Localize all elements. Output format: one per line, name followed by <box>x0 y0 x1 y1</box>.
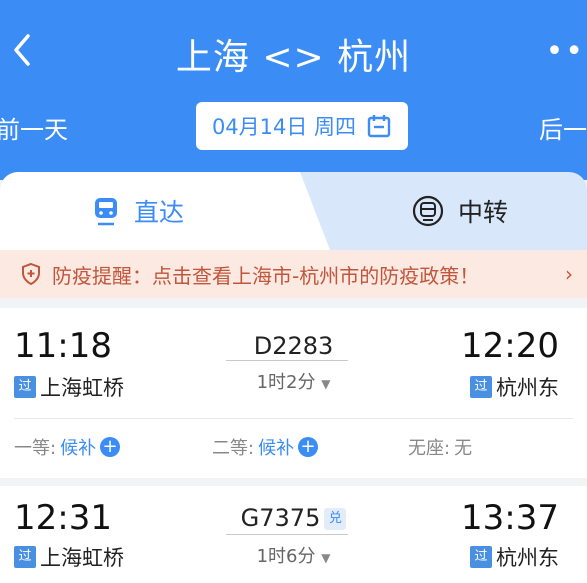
duration-text: 1时6分 <box>256 546 316 567</box>
shield-icon <box>22 262 40 286</box>
date-picker[interactable]: 04月14日 周四 <box>196 102 408 150</box>
seat-status: 候补 <box>60 438 97 459</box>
dropdown-triangle-icon: ▼ <box>321 377 331 391</box>
seat-status: 候补 <box>258 438 295 459</box>
add-waitlist-icon[interactable]: + <box>100 437 121 457</box>
seat-first-class[interactable]: 一等: 候补 + <box>14 434 121 460</box>
card-divider <box>14 418 573 419</box>
dropdown-triangle-icon: ▼ <box>321 551 331 565</box>
tab-transfer-label: 中转 <box>458 198 509 227</box>
arrive-time: 12:20 <box>461 326 559 366</box>
train-number: G7375 <box>240 504 321 532</box>
notice-text: 防疫提醒：点击查看上海市-杭州市的防疫政策！ <box>52 263 480 288</box>
transfer-train-icon <box>412 195 444 227</box>
epidemic-notice-banner[interactable]: 防疫提醒：点击查看上海市-杭州市的防疫政策！ › <box>0 250 587 298</box>
duration-text: 1时2分 <box>256 372 316 393</box>
route-title: 上海 <> 杭州 <box>175 37 412 78</box>
train-divider <box>226 534 348 535</box>
train-icon <box>95 198 117 226</box>
seat-label: 一等: <box>14 438 57 459</box>
seat-standing: 无座: 无 <box>408 434 472 460</box>
train-card[interactable]: 12:31 过 上海虹桥 G7375 兑 1时6分 ▼ 13:37 过 杭州东 <box>0 486 587 583</box>
tab-direct[interactable]: 直达 <box>0 172 330 250</box>
top-header: 上海 <> 杭州 •• 前一天 04月14日 周四 后一天 <box>0 0 587 180</box>
add-waitlist-icon[interactable]: + <box>298 437 319 457</box>
seat-status: 无 <box>454 438 473 459</box>
tab-direct-label: 直达 <box>134 198 185 227</box>
date-label: 04月14日 周四 <box>211 115 357 139</box>
seat-label: 二等: <box>212 438 255 459</box>
seat-second-class[interactable]: 二等: 候补 + <box>212 434 319 460</box>
more-options-icon[interactable]: •• <box>546 34 585 69</box>
seat-label: 无座: <box>408 438 451 459</box>
next-day-button[interactable]: 后一天 <box>539 110 587 145</box>
pass-badge: 过 <box>470 376 492 398</box>
tab-bar: 直达 中转 <box>0 172 587 250</box>
prev-day-button[interactable]: 前一天 <box>0 110 68 145</box>
train-divider <box>226 360 348 361</box>
arrive-station-name: 杭州东 <box>496 376 559 400</box>
arrive-station-name: 杭州东 <box>496 546 559 570</box>
calendar-icon <box>367 115 391 138</box>
arrive-station: 过 杭州东 <box>470 372 559 402</box>
tab-transfer[interactable]: 中转 <box>412 172 508 250</box>
arrive-station: 过 杭州东 <box>470 542 559 572</box>
pass-badge: 过 <box>470 546 492 568</box>
train-card[interactable]: 11:18 过 上海虹桥 D2283 1时2分 ▼ 12:20 过 杭州东 一等… <box>0 308 587 478</box>
exchange-badge: 兑 <box>324 508 347 530</box>
arrive-time: 13:37 <box>461 498 559 538</box>
chevron-right-icon: › <box>565 262 573 286</box>
